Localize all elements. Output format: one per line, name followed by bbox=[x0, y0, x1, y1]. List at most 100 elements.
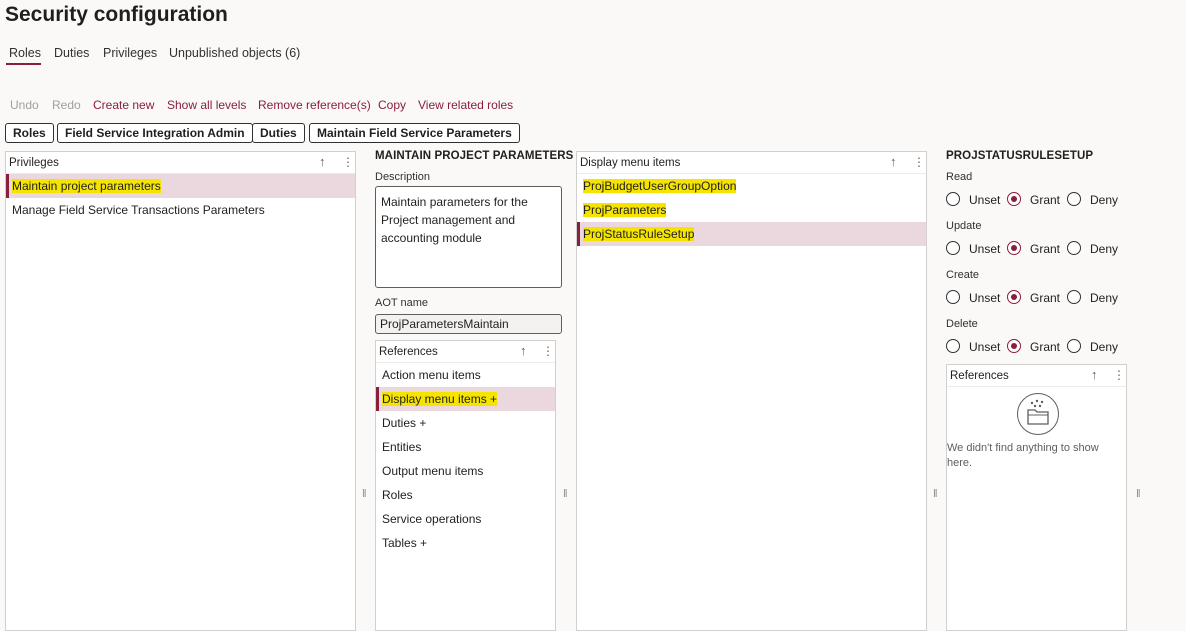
details-title: MAINTAIN PROJECT PARAMETERS bbox=[375, 150, 574, 162]
read-deny-radio[interactable] bbox=[1067, 192, 1081, 206]
delete-grant-label: Grant bbox=[1030, 340, 1061, 354]
create-deny-label: Deny bbox=[1090, 291, 1119, 305]
create-new-button[interactable]: Create new bbox=[93, 98, 154, 112]
list-item-label: ProjStatusRuleSetup bbox=[583, 227, 695, 241]
list-item-label: Maintain project parameters bbox=[12, 179, 161, 193]
list-item[interactable]: Manage Field Service Transactions Parame… bbox=[6, 198, 355, 222]
tab-privileges[interactable]: Privileges bbox=[103, 46, 157, 60]
update-deny-label: Deny bbox=[1090, 242, 1119, 256]
read-unset-radio[interactable] bbox=[946, 192, 960, 206]
list-item-label: Output menu items bbox=[382, 464, 484, 478]
list-item-label: Tables + bbox=[382, 536, 428, 550]
page-title: Security configuration bbox=[5, 3, 228, 26]
read-grant-label: Grant bbox=[1030, 193, 1061, 207]
create-deny-radio[interactable] bbox=[1067, 290, 1081, 304]
update-grant-label: Grant bbox=[1030, 242, 1061, 256]
description-label: Description bbox=[375, 171, 431, 183]
splitter-handle-icon[interactable]: ‖ bbox=[933, 488, 938, 500]
delete-label: Delete bbox=[946, 318, 978, 330]
list-item[interactable]: Roles bbox=[376, 483, 555, 507]
list-item[interactable]: Duties + bbox=[376, 411, 555, 435]
tab-duties[interactable]: Duties bbox=[54, 46, 89, 60]
list-item[interactable]: ProjBudgetUserGroupOption bbox=[577, 174, 926, 198]
display-menu-items-header-label: Display menu items bbox=[580, 157, 681, 169]
privileges-pane: Privileges ↑ ⋮ Maintain project paramete… bbox=[5, 151, 356, 631]
list-item-label: Entities bbox=[382, 440, 422, 454]
more-vertical-icon[interactable]: ⋮ bbox=[913, 155, 925, 169]
delete-deny-radio[interactable] bbox=[1067, 339, 1081, 353]
breadcrumb-duties[interactable]: Duties bbox=[252, 123, 305, 143]
references-header-label: References bbox=[379, 346, 438, 358]
arrow-up-icon[interactable]: ↑ bbox=[890, 154, 897, 169]
permissions-references-header: References ↑ ⋮ bbox=[947, 365, 1126, 387]
create-unset-radio[interactable] bbox=[946, 290, 960, 304]
arrow-up-icon[interactable]: ↑ bbox=[1091, 367, 1098, 382]
read-deny-label: Deny bbox=[1090, 193, 1119, 207]
redo-button[interactable]: Redo bbox=[52, 98, 81, 112]
display-menu-items-pane: Display menu items ↑ ⋮ ProjBudgetUserGro… bbox=[576, 151, 927, 631]
copy-button[interactable]: Copy bbox=[378, 98, 406, 112]
list-item[interactable]: Action menu items bbox=[376, 363, 555, 387]
update-grant-radio[interactable] bbox=[1007, 241, 1021, 255]
tab-unpublished-objects[interactable]: Unpublished objects (6) bbox=[169, 46, 300, 60]
list-item[interactable]: ProjParameters bbox=[577, 198, 926, 222]
more-vertical-icon[interactable]: ⋮ bbox=[1113, 368, 1125, 382]
list-item-label: Roles bbox=[382, 488, 413, 502]
list-item[interactable]: ProjStatusRuleSetup bbox=[577, 222, 926, 246]
undo-button[interactable]: Undo bbox=[10, 98, 39, 112]
splitter-handle-icon[interactable]: ‖ bbox=[362, 488, 367, 500]
update-unset-radio[interactable] bbox=[946, 241, 960, 255]
list-item-label: Action menu items bbox=[382, 368, 481, 382]
empty-folder-icon bbox=[1017, 393, 1059, 435]
details-references-header: References ↑ ⋮ bbox=[376, 341, 555, 363]
empty-state-message: We didn't find anything to show here. bbox=[947, 442, 1099, 469]
more-vertical-icon[interactable]: ⋮ bbox=[542, 344, 554, 358]
list-item[interactable]: Maintain project parameters bbox=[6, 174, 355, 198]
list-item-label: ProjParameters bbox=[583, 203, 667, 217]
list-item-label: Display menu items + bbox=[382, 392, 498, 406]
arrow-up-icon[interactable]: ↑ bbox=[520, 343, 527, 358]
delete-deny-label: Deny bbox=[1090, 340, 1119, 354]
breadcrumb-field-service-integration-admin[interactable]: Field Service Integration Admin bbox=[57, 123, 253, 143]
update-deny-radio[interactable] bbox=[1067, 241, 1081, 255]
delete-grant-radio[interactable] bbox=[1007, 339, 1021, 353]
tab-roles[interactable]: Roles bbox=[9, 46, 41, 60]
permissions-title: PROJSTATUSRULESETUP bbox=[946, 150, 1094, 162]
delete-unset-label: Unset bbox=[969, 340, 1001, 354]
tab-selected-indicator bbox=[6, 63, 41, 65]
display-menu-items-header: Display menu items ↑ ⋮ bbox=[577, 152, 926, 174]
breadcrumb-maintain-field-service-parameters[interactable]: Maintain Field Service Parameters bbox=[309, 123, 520, 143]
description-field[interactable]: Maintain parameters for the Project mana… bbox=[375, 186, 562, 288]
arrow-up-icon[interactable]: ↑ bbox=[319, 154, 326, 169]
list-item[interactable]: Output menu items bbox=[376, 459, 555, 483]
list-item-label: Duties + bbox=[382, 416, 427, 430]
view-related-roles-button[interactable]: View related roles bbox=[418, 98, 513, 112]
privileges-header-label: Privileges bbox=[9, 157, 59, 169]
remove-references-button[interactable]: Remove reference(s) bbox=[258, 98, 371, 112]
list-item[interactable]: Entities bbox=[376, 435, 555, 459]
create-label: Create bbox=[946, 269, 980, 281]
more-vertical-icon[interactable]: ⋮ bbox=[342, 155, 354, 169]
create-grant-label: Grant bbox=[1030, 291, 1061, 305]
create-grant-radio[interactable] bbox=[1007, 290, 1021, 304]
breadcrumb-roles[interactable]: Roles bbox=[5, 123, 54, 143]
splitter-handle-icon[interactable]: ‖ bbox=[1136, 488, 1141, 500]
read-label: Read bbox=[946, 171, 973, 183]
list-item[interactable]: Display menu items + bbox=[376, 387, 555, 411]
splitter-handle-icon[interactable]: ‖ bbox=[563, 488, 568, 500]
privileges-pane-header: Privileges ↑ ⋮ bbox=[6, 152, 355, 174]
list-item-label: Manage Field Service Transactions Parame… bbox=[12, 203, 265, 217]
permissions-references-pane: References ↑ ⋮ We didn't find anything t… bbox=[946, 364, 1127, 631]
list-item[interactable]: Service operations bbox=[376, 507, 555, 531]
list-item[interactable]: Tables + bbox=[376, 531, 555, 555]
delete-unset-radio[interactable] bbox=[946, 339, 960, 353]
read-grant-radio[interactable] bbox=[1007, 192, 1021, 206]
show-all-levels-button[interactable]: Show all levels bbox=[167, 98, 246, 112]
list-item-label: Service operations bbox=[382, 512, 482, 526]
aot-name-field[interactable]: ProjParametersMaintain bbox=[375, 314, 562, 334]
update-label: Update bbox=[946, 220, 982, 232]
aot-name-label: AOT name bbox=[375, 297, 428, 309]
list-item-label: ProjBudgetUserGroupOption bbox=[583, 179, 737, 193]
create-unset-label: Unset bbox=[969, 291, 1001, 305]
details-references-pane: References ↑ ⋮ Action menu items Display… bbox=[375, 340, 556, 631]
